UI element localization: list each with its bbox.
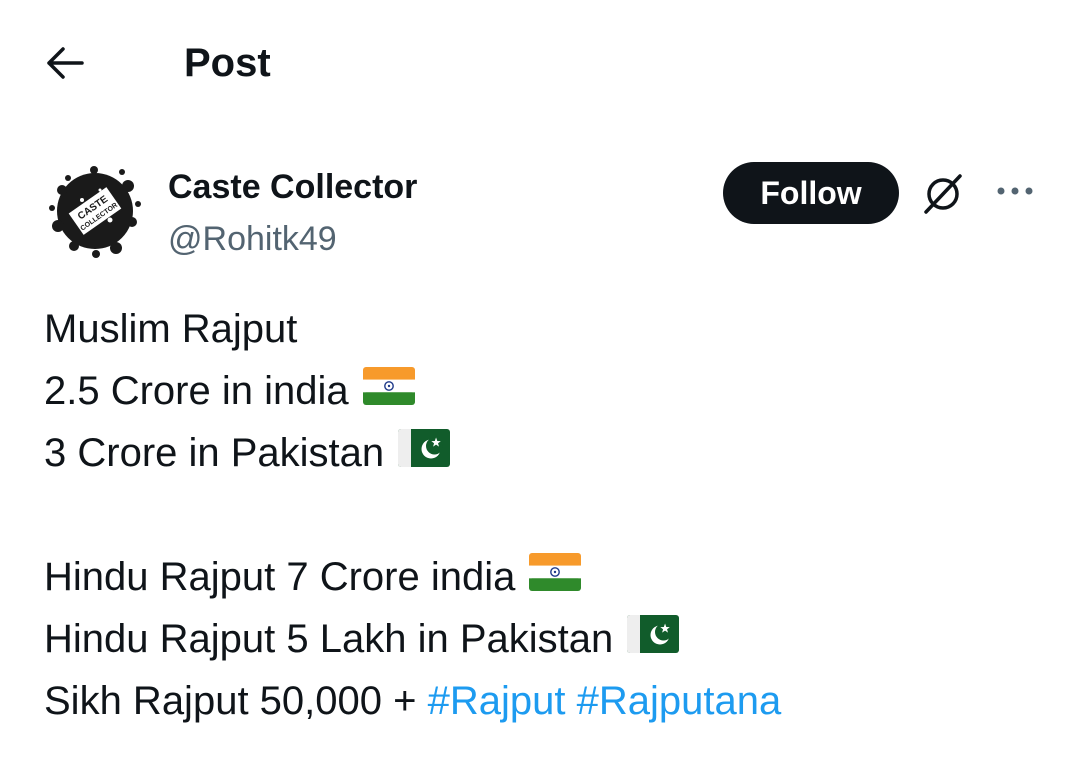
author-name[interactable]: Caste Collector — [168, 166, 417, 208]
post-line: 2.5 Crore in india — [44, 360, 1044, 422]
post-line: Sikh Rajput 50,000 + #Rajput #Rajputana — [44, 670, 1044, 732]
post-line-text: 2.5 Crore in india — [44, 369, 349, 413]
more-button[interactable] — [988, 168, 1042, 218]
hashtag-link[interactable]: #Rajput — [428, 670, 566, 732]
post-line: Hindu Rajput 7 Crore india — [44, 546, 1044, 608]
post-text: Muslim Rajput 2.5 Crore in india 3 Crore… — [44, 298, 1044, 732]
header: Post — [0, 0, 1073, 124]
follow-button[interactable]: Follow — [723, 162, 899, 224]
post-line-text: Sikh Rajput 50,000 + — [44, 679, 417, 723]
author-handle[interactable]: @Rohitk49 — [168, 218, 337, 260]
back-button[interactable] — [40, 40, 90, 90]
post-line-text: Hindu Rajput 7 Crore india — [44, 555, 516, 599]
post-line-empty — [44, 484, 1044, 546]
post-line: Hindu Rajput 5 Lakh in Pakistan — [44, 608, 1044, 670]
post-line-text: Hindu Rajput 5 Lakh in Pakistan — [44, 617, 614, 661]
more-horizontal-icon — [995, 184, 1035, 202]
post-line: 3 Crore in Pakistan — [44, 422, 1044, 484]
page-title: Post — [184, 41, 271, 85]
post-line-text: Muslim Rajput — [44, 307, 298, 351]
pakistan-flag-icon — [627, 609, 680, 671]
pakistan-flag-icon — [398, 423, 451, 485]
arrow-left-icon — [45, 46, 85, 85]
post-line-text: 3 Crore in Pakistan — [44, 431, 385, 475]
india-flag-icon — [362, 361, 415, 423]
grok-icon — [918, 168, 968, 223]
post-line: Muslim Rajput — [44, 298, 1044, 360]
grok-button[interactable] — [916, 168, 970, 222]
avatar[interactable]: CASTE COLLECTOR — [44, 160, 146, 262]
hashtag-link[interactable]: #Rajputana — [577, 670, 782, 732]
india-flag-icon — [529, 547, 582, 609]
